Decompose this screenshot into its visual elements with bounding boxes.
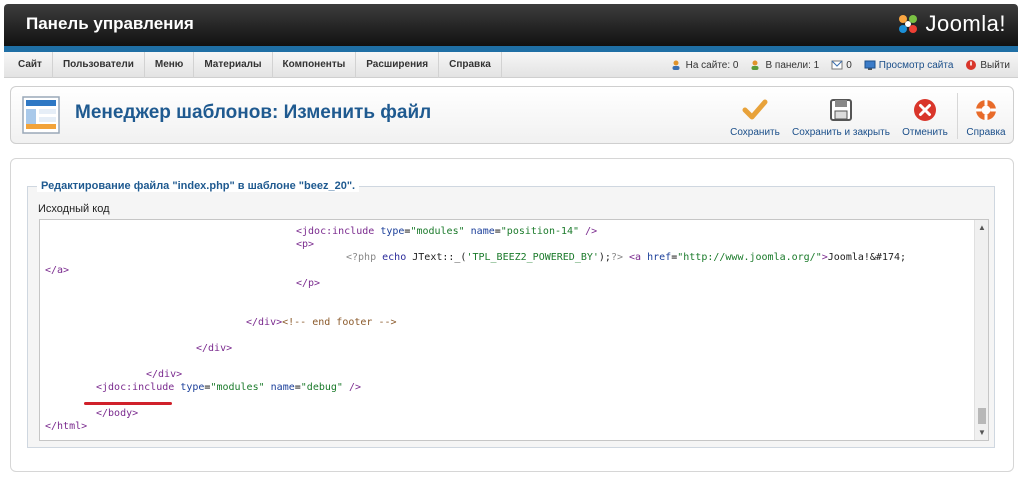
status-area: На сайте: 0 В панели: 1 0 Просмотр сайта… <box>659 52 1010 78</box>
status-on-site: На сайте: 0 <box>671 59 739 71</box>
save-button[interactable]: Сохранить <box>729 97 781 138</box>
logout-text: Выйти <box>980 59 1010 71</box>
help-label: Справка <box>966 127 1006 138</box>
logout-link[interactable]: Выйти <box>965 59 1010 71</box>
joomla-logo-icon <box>899 15 918 33</box>
fieldset-legend: Редактирование файла "index.php" в шабло… <box>37 180 360 192</box>
users-icon <box>672 60 680 70</box>
save-close-label: Сохранить и закрыть <box>792 127 890 138</box>
cancel-button[interactable]: Отменить <box>899 97 951 138</box>
code-line: </html> <box>45 421 88 432</box>
code-line: <p> <box>296 239 315 250</box>
checkmark-icon <box>742 99 768 120</box>
menu-item-help[interactable]: Справка <box>439 52 502 78</box>
source-code-label: Исходный код <box>38 203 110 215</box>
code-line: </div> <box>146 369 183 380</box>
status-on-site-text: На сайте: 0 <box>685 59 739 71</box>
status-in-panel-text: В панели: 1 <box>765 59 820 71</box>
menu-item-site[interactable]: Сайт <box>8 52 53 78</box>
code-line: </div><!-- end footer --> <box>246 317 397 328</box>
lifebuoy-icon <box>976 100 996 120</box>
save-label: Сохранить <box>730 127 780 138</box>
joomla-logo-text: Joomla! <box>925 11 1006 36</box>
code-line: <jdoc:include type="modules" name="debug… <box>96 382 362 393</box>
joomla-logo: Joomla! <box>895 11 1006 37</box>
status-messages[interactable]: 0 <box>831 59 852 71</box>
view-site-text: Просмотр сайта <box>878 59 954 71</box>
code-line: <?php echo JText::_('TPL_BEEZ2_POWERED_B… <box>346 252 907 263</box>
highlight-underline <box>84 402 172 405</box>
editor-scrollbar[interactable]: ▲ ▼ <box>974 220 988 440</box>
admin-window: Панель управления Joomla! Сайт Пользоват… <box>4 4 1018 472</box>
menu-item-extensions[interactable]: Расширения <box>356 52 440 78</box>
menu-bar: Сайт Пользователи Меню Материалы Компоне… <box>4 52 1018 78</box>
messages-icon <box>831 60 843 70</box>
toolbar: Менеджер шаблонов: Изменить файл Сохрани… <box>10 86 1014 144</box>
status-messages-count: 0 <box>846 59 852 71</box>
admin-users-icon <box>751 60 759 70</box>
scroll-thumb[interactable] <box>978 408 986 424</box>
toolbar-divider <box>957 93 958 139</box>
floppy-disk-icon <box>830 99 852 121</box>
scroll-up-arrow-icon[interactable]: ▲ <box>978 223 986 232</box>
status-in-panel: В панели: 1 <box>750 59 819 71</box>
main-menu: Сайт Пользователи Меню Материалы Компоне… <box>8 52 502 78</box>
menu-item-content[interactable]: Материалы <box>194 52 273 78</box>
cancel-icon <box>914 99 936 121</box>
code-line: </div> <box>196 343 233 354</box>
header-bar: Панель управления Joomla! <box>4 4 1018 46</box>
code-line: </a> <box>45 265 70 276</box>
cancel-label: Отменить <box>902 127 948 138</box>
code-line: </body> <box>96 408 139 419</box>
header-title: Панель управления <box>26 14 194 33</box>
code-editor[interactable]: <jdoc:include type="modules" name="posit… <box>39 219 989 441</box>
logout-icon <box>966 60 977 70</box>
menu-item-menus[interactable]: Меню <box>145 52 195 78</box>
page-title: Менеджер шаблонов: Изменить файл <box>75 102 432 123</box>
menu-item-users[interactable]: Пользователи <box>53 52 145 78</box>
view-site-link[interactable]: Просмотр сайта <box>864 59 954 71</box>
save-close-button[interactable]: Сохранить и закрыть <box>791 97 891 138</box>
help-button[interactable]: Справка <box>963 97 1009 138</box>
code-line: </p> <box>296 278 321 289</box>
monitor-icon <box>864 60 876 70</box>
scroll-down-arrow-icon[interactable]: ▼ <box>978 428 986 437</box>
menu-item-components[interactable]: Компоненты <box>273 52 357 78</box>
template-manager-icon <box>22 96 60 134</box>
code-line: <jdoc:include type="modules" name="posit… <box>296 226 598 237</box>
content-panel: Редактирование файла "index.php" в шабло… <box>10 158 1014 472</box>
